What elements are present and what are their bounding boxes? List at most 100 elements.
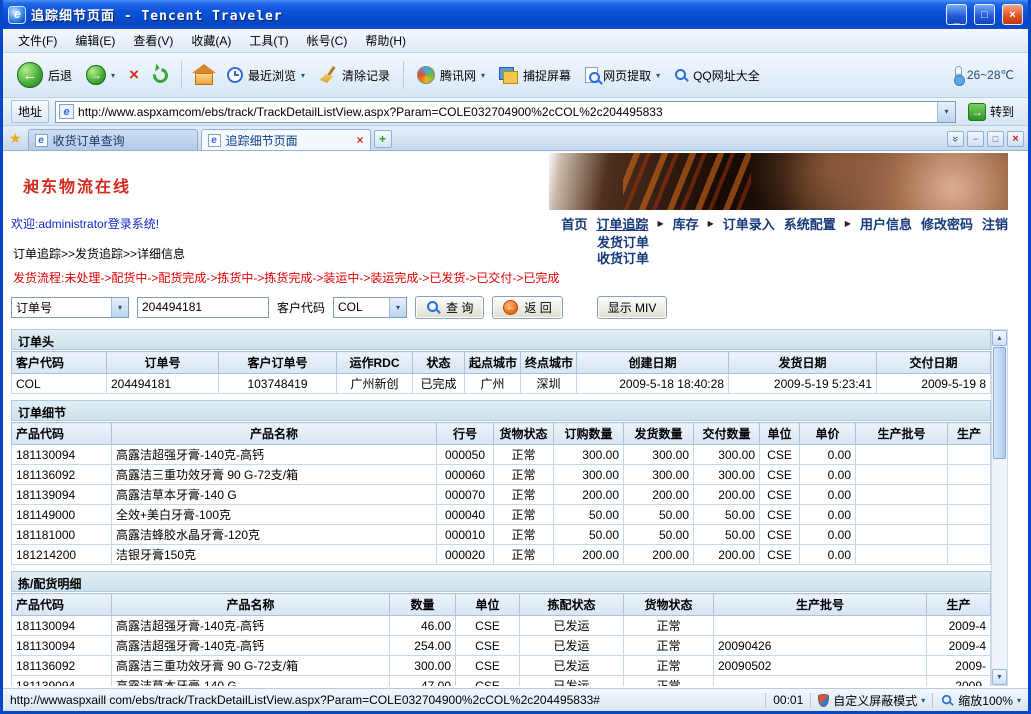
address-dropdown-button[interactable]: ▾ [937,102,955,122]
back-button[interactable]: ← 后退 [11,59,78,91]
tabbar-restore-button[interactable]: □ [987,131,1004,147]
scroll-up-button[interactable]: ▲ [992,330,1007,346]
capture-screen-label: 捕捉屏幕 [523,67,571,84]
table-cell: 正常 [494,445,554,465]
order-no-input[interactable] [137,297,269,318]
menu-item[interactable]: 工具(T) [240,29,297,52]
search-icon [674,68,688,82]
table-cell: CSE [760,525,800,545]
table-row: 181130094高露洁超强牙膏-140克-高钙46.00CSE已发运正常200… [12,616,991,636]
table-cell: 000010 [437,525,494,545]
refresh-icon [150,65,171,86]
table-cell [856,545,948,565]
tab-close-icon[interactable]: × [357,133,364,147]
menu-item[interactable]: 查看(V) [124,29,182,52]
order-head-section-title: 订单头 [11,329,991,350]
results-area: 订单头 客户代码订单号客户订单号运作RDC状态起点城市终点城市创建日期发货日期交… [11,329,1008,686]
new-tab-button[interactable]: + [374,130,392,148]
table-cell: 高露洁草本牙膏-140 G [112,676,390,687]
block-mode-dropdown[interactable]: 自定义屏蔽模式 ▾ [818,692,925,709]
nav-item[interactable]: 系统配置 [784,214,836,233]
return-button[interactable]: ← 返 回 [492,296,562,319]
menu-item[interactable]: 帮助(H) [356,29,415,52]
subnav-item[interactable]: 发货订单 [587,235,659,251]
nav-item[interactable]: 订单追踪 [596,214,648,233]
favorites-star-icon[interactable]: ★ [9,130,22,147]
home-button[interactable] [189,62,219,88]
browser-window: 追踪细节页面 - Tencent Traveler _ □ × 文件(F)编辑(… [0,0,1031,714]
close-button[interactable]: × [1002,4,1023,25]
table-cell [948,465,991,485]
column-header: 订购数量 [554,423,624,445]
go-button[interactable]: → 转到 [962,102,1020,122]
submenu-arrow-icon: ▶ [845,219,851,228]
recent-browse-button[interactable]: 最近浏览 ▾ [221,64,311,87]
menu-item[interactable]: 编辑(E) [66,29,124,52]
return-button-label: 返 回 [524,299,551,316]
search-button[interactable]: 查 询 [415,296,484,319]
capture-screen-button[interactable]: 捕捉屏幕 [493,64,577,87]
refresh-button[interactable] [147,65,174,86]
minimize-button[interactable]: _ [946,4,967,25]
table-cell [856,485,948,505]
order-field-select[interactable]: 订单号 ▾ [11,297,129,318]
table-cell [856,465,948,485]
column-header: 生产批号 [714,594,927,616]
subnav-item[interactable]: 收货订单 [587,251,659,267]
scrollbar-thumb[interactable] [993,347,1006,459]
order-head-table: 客户代码订单号客户订单号运作RDC状态起点城市终点城市创建日期发货日期交付日期C… [11,351,991,394]
menu-item[interactable]: 帐号(C) [298,29,357,52]
nav-item[interactable]: 首页 [561,214,587,233]
column-header: 产品代码 [12,594,112,616]
tencent-site-button[interactable]: 腾讯网 ▾ [411,63,491,87]
customer-code-select[interactable]: COL ▾ [333,297,407,318]
table-cell: 181139094 [12,485,112,505]
show-miv-button[interactable]: 显示 MIV [597,296,668,319]
breadcrumb: 订单追踪>>发货追踪>>详细信息 [11,245,1008,262]
submenu-arrow-icon: ▶ [657,219,663,228]
stop-button[interactable]: × [123,62,145,88]
address-input-box: e ▾ [55,101,956,123]
forward-button[interactable]: → ▾ [80,62,121,88]
tab-active[interactable]: e追踪细节页面× [201,129,371,150]
tab-overflow-button[interactable]: » [947,131,964,147]
minimize-icon: − [973,134,978,144]
table-cell: 已发运 [520,636,624,656]
header-row: 产品代码产品名称数量单位拣配状态货物状态生产批号生产 [12,594,991,616]
maximize-button[interactable]: □ [974,4,995,25]
table-cell: 181214200 [12,545,112,565]
submenu-arrow-icon: ▶ [708,219,714,228]
scroll-down-button[interactable]: ▼ [992,669,1007,685]
table-cell: CSE [760,485,800,505]
zoom-dropdown[interactable]: 缩放100% ▾ [940,692,1021,709]
statusbar-separator [765,693,766,708]
site-banner: 昶东物流在线 [11,153,1008,210]
nav-item[interactable]: 修改密码 [921,214,973,233]
table-cell: CSE [456,656,520,676]
tabbar-close-button[interactable]: × [1007,131,1024,147]
customer-code-value: COL [334,300,389,314]
table-cell: 000020 [437,545,494,565]
nav-item[interactable]: 用户信息 [860,214,912,233]
tab-favicon-icon: e [35,134,48,147]
column-header: 客户代码 [12,352,107,374]
chevron-down-icon: ▾ [656,71,660,80]
weather-widget[interactable]: 26~28℃ [949,63,1020,87]
tabbar-minimize-button[interactable]: − [967,131,984,147]
thermometer-icon [955,66,962,84]
nav-item[interactable]: 库存 [673,214,699,233]
clear-history-button[interactable]: 清除记录 [313,63,396,87]
nav-item[interactable]: 注销 [982,214,1008,233]
table-cell: 深圳 [521,374,577,394]
table-cell: 300.00 [554,465,624,485]
column-header: 发货数量 [624,423,694,445]
nav-item[interactable]: 订单录入 [723,214,775,233]
address-input[interactable] [78,103,933,121]
qq-sites-button[interactable]: QQ网址大全 [668,64,766,87]
menu-item[interactable]: 文件(F) [9,29,66,52]
menu-item[interactable]: 收藏(A) [182,29,240,52]
tab[interactable]: e收货订单查询 [28,129,198,150]
vertical-scrollbar[interactable]: ▲ ▼ [991,329,1008,686]
web-extract-button[interactable]: 网页提取 ▾ [579,64,666,87]
table-cell: 2009-5-19 8 [877,374,991,394]
